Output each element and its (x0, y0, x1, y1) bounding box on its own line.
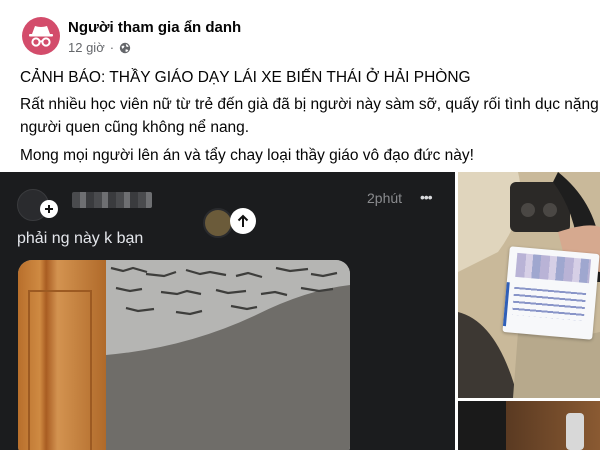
floor-wood (506, 401, 600, 450)
more-icon[interactable]: ••• (420, 189, 433, 205)
blurred-username (72, 192, 152, 208)
post-body-line-2: người quen cũng không nể nang. (20, 119, 250, 136)
door-panel (28, 290, 92, 450)
post-body-line-1: Rất nhiều học viên nữ từ trẻ đến già đã … (20, 96, 600, 113)
inner-photo (18, 260, 350, 450)
avatar[interactable] (22, 17, 60, 55)
card-text-lines (511, 286, 587, 321)
card-blur-block (515, 252, 592, 284)
thumbnail (203, 208, 233, 238)
name-card (502, 246, 600, 340)
post-photo-2[interactable] (458, 172, 600, 398)
ceiling-pattern (106, 260, 350, 450)
post-title: CẢNH BÁO: THẦY GIÁO DẠY LÁI XE BIẾN THÁI… (20, 69, 471, 86)
shoe (566, 413, 584, 450)
incognito-icon (29, 26, 53, 47)
author-name[interactable]: Người tham gia ẩn danh (68, 19, 241, 36)
post-body-line-3: Mong mọi người lên án và tẩy chay loại t… (20, 147, 474, 164)
post-photo-3[interactable] (458, 401, 600, 450)
arrow-up-icon[interactable] (230, 208, 256, 234)
globe-icon[interactable] (119, 42, 131, 54)
post-photo-main[interactable]: 2phút ••• phải ng này k bạn (0, 172, 455, 450)
screenshot-caption: phải ng này k bạn (17, 230, 144, 247)
post-time[interactable]: 12 giờ (68, 40, 105, 55)
plus-icon (40, 200, 58, 218)
screenshot-time: 2phút (367, 190, 403, 206)
dot-separator: · (109, 40, 115, 55)
post-meta: 12 giờ · (68, 40, 131, 55)
